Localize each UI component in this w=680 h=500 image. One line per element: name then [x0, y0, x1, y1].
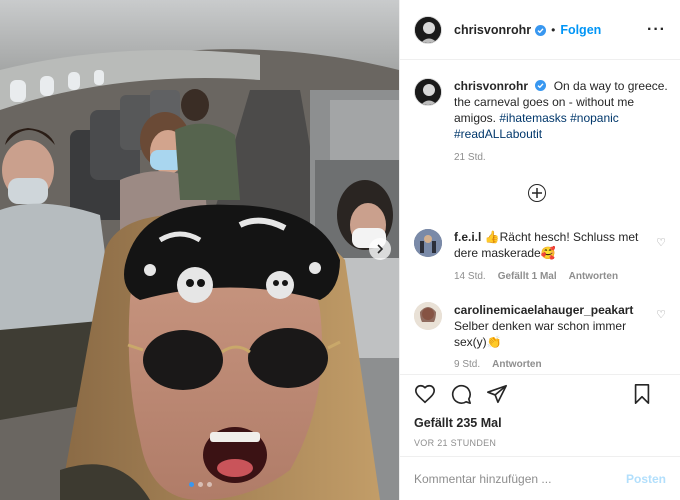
like-comment-heart-icon[interactable]: ♡ [656, 236, 666, 249]
carousel-dot [207, 482, 212, 487]
reply-button[interactable]: Antworten [492, 359, 541, 370]
verified-badge-icon [535, 25, 547, 36]
comment-text: 👍Rächt hesch! Schluss met dere maskerade… [454, 230, 639, 260]
post-detail-panel: chrisvonrohr • Folgen ··· chrisvonrohr O… [399, 0, 680, 500]
caption-username[interactable]: chrisvonrohr [454, 79, 528, 93]
plus-icon [532, 188, 542, 198]
comment-meta: 14 Std. Gefällt 1 Mal Antworten [454, 271, 618, 282]
post-timestamp: VOR 21 STUNDEN [414, 438, 497, 448]
like-comment-heart-icon[interactable]: ♡ [656, 308, 666, 321]
share-paper-plane-icon[interactable] [486, 383, 508, 408]
post-comment-button[interactable]: Posten [626, 472, 666, 486]
comment-time: 14 Std. [454, 271, 486, 282]
post-username[interactable]: chrisvonrohr [454, 23, 531, 37]
carousel-indicator [189, 482, 212, 487]
action-icon-row [414, 383, 666, 407]
separator-dot: • [551, 22, 556, 37]
airplane-cabin-selfie-image [0, 0, 399, 500]
caption-avatar[interactable] [414, 78, 442, 106]
like-heart-icon[interactable] [414, 383, 436, 408]
comment-avatar[interactable] [414, 229, 442, 257]
comment-bubble-icon[interactable] [450, 383, 472, 408]
chevron-right-icon [377, 244, 384, 254]
profile-picture-icon [414, 302, 442, 330]
caption-timestamp: 21 Std. [454, 152, 486, 163]
profile-picture-icon [414, 229, 442, 257]
post-photo[interactable] [0, 0, 399, 500]
profile-picture-icon [415, 79, 441, 105]
hashtag-link[interactable]: #readALLaboutit [454, 127, 542, 141]
bookmark-icon[interactable] [632, 383, 652, 408]
comment-username[interactable]: f.e.i.l [454, 230, 481, 244]
post-caption: chrisvonrohr On da way to greece. the ca… [414, 78, 670, 142]
comment-avatar[interactable] [414, 302, 442, 330]
post-header: chrisvonrohr • Folgen ··· [400, 0, 680, 60]
verified-badge-icon [535, 80, 547, 91]
post-actions: Gefällt 235 Mal VOR 21 STUNDEN [400, 374, 680, 456]
comment-meta: 9 Std. Antworten [454, 359, 542, 370]
likes-count[interactable]: Gefällt 235 Mal [414, 416, 666, 430]
comment-likes[interactable]: Gefällt 1 Mal [498, 271, 557, 282]
add-comment-bar: Posten [400, 456, 680, 500]
comment-text-block: f.e.i.l 👍Rächt hesch! Schluss met dere m… [454, 229, 640, 261]
comment-item: f.e.i.l 👍Rächt hesch! Schluss met dere m… [414, 229, 670, 261]
hashtag-link[interactable]: #nopanic [570, 111, 619, 125]
caption-text-block: chrisvonrohr On da way to greece. the ca… [454, 78, 670, 142]
comment-time: 9 Std. [454, 359, 481, 370]
carousel-dot [198, 482, 203, 487]
comment-username[interactable]: carolinemicaelahauger_peakart [454, 303, 633, 317]
avatar[interactable] [414, 15, 442, 44]
follow-button[interactable]: Folgen [560, 23, 601, 37]
carousel-dot [189, 482, 194, 487]
hashtag-link[interactable]: #ihatemasks [499, 111, 566, 125]
more-options-icon[interactable]: ··· [647, 21, 666, 39]
comment-text-block: carolinemicaelahauger_peakart Selber den… [454, 302, 640, 350]
load-more-comments-button[interactable] [528, 184, 546, 202]
comment-text: Selber denken war schon immer sex(y)👏 [454, 319, 627, 349]
comment-item: carolinemicaelahauger_peakart Selber den… [414, 302, 670, 350]
reply-button[interactable]: Antworten [569, 271, 618, 282]
profile-picture-icon [415, 16, 441, 43]
comment-input[interactable] [414, 471, 626, 486]
next-image-button[interactable] [369, 238, 391, 260]
